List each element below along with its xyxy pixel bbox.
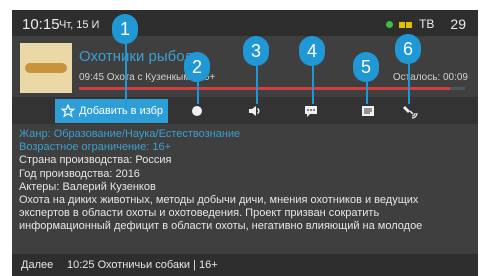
subtitles-icon <box>305 105 317 117</box>
signal-icon <box>399 17 413 31</box>
channel-number: 29 <box>450 16 466 32</box>
next-program-bar: Далее 10:25 Охотничьи собаки | 16+ <box>12 254 478 276</box>
connection-icon <box>386 20 394 28</box>
next-program: 10:25 Охотничьи собаки | 16+ <box>67 259 218 271</box>
teletext-button[interactable] <box>358 101 378 121</box>
source-label: ТВ <box>419 17 435 31</box>
next-label: Далее <box>21 259 54 271</box>
status-indicators: ТВ 29 <box>386 16 466 32</box>
callout-3: 3 <box>243 36 269 66</box>
callout-6: 6 <box>395 34 421 64</box>
callout-pointer <box>197 82 199 104</box>
genre: Жанр: Образование/Наука/Естествознание <box>19 128 241 140</box>
date: Чт, 15 И <box>59 19 100 31</box>
program-details: Жанр: Образование/Наука/Естествознание В… <box>19 128 471 233</box>
time-remaining: Осталось: 00:09 <box>392 72 468 83</box>
production-year: Год производства: 2016 <box>19 167 140 180</box>
status-bar: 10:15 Чт, 15 И ТВ 29 <box>12 10 478 36</box>
program-title: Охотники рыбол <box>79 48 193 65</box>
actors: Актеры: Валерий Кузенков <box>19 180 156 193</box>
channel-logo <box>20 43 72 93</box>
callout-5: 5 <box>353 52 379 82</box>
callout-pointer <box>125 44 127 108</box>
callout-2: 2 <box>184 52 210 82</box>
star-icon <box>61 104 75 118</box>
add-to-favorites-button[interactable]: Добавить в избр <box>55 99 168 123</box>
progress-fill <box>79 87 450 90</box>
callout-pointer <box>408 64 410 104</box>
speaker-icon <box>249 106 260 116</box>
callout-4: 4 <box>299 36 325 66</box>
age-rating: Возрастное ограничение: 16+ <box>19 141 172 154</box>
record-icon <box>192 106 202 116</box>
audio-track-button[interactable] <box>244 101 264 121</box>
favorite-label: Добавить в избр <box>79 105 164 117</box>
callout-pointer <box>256 66 258 104</box>
clock: 10:15 <box>22 16 60 33</box>
teletext-icon <box>362 105 374 116</box>
callout-1: 1 <box>112 14 138 44</box>
description: Охота на диких животных, методы добычи д… <box>19 194 423 233</box>
record-button[interactable] <box>187 101 207 121</box>
satellite-button[interactable] <box>400 101 420 121</box>
callout-pointer <box>312 66 314 104</box>
callout-pointer <box>366 82 368 104</box>
country: Страна производства: Россия <box>19 154 172 167</box>
subtitles-button[interactable] <box>301 101 321 121</box>
satellite-icon <box>403 106 418 119</box>
